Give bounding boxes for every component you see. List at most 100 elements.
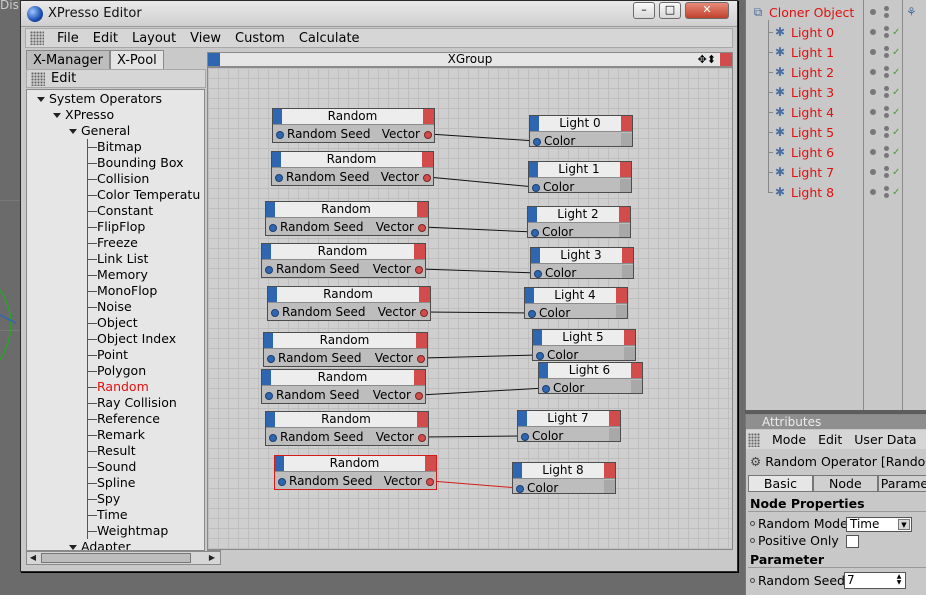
node-output-tab[interactable] [425,456,436,471]
object-label[interactable]: Light 4 [791,105,834,120]
render-visibility-dot[interactable] [884,193,889,198]
object-row[interactable]: ✱ Light 7 ✓ [746,162,926,182]
output-port-icon[interactable] [417,355,425,363]
node-output-tab[interactable] [624,330,635,345]
menu-view[interactable]: View [183,31,228,46]
move-resize-icon[interactable]: ✥⬍ [698,53,716,66]
tree-item[interactable]: Constant [97,203,153,219]
object-row[interactable]: ✱ Light 0 ✓ [746,22,926,42]
tree-item[interactable]: Reference [97,411,160,427]
grip-icon[interactable] [31,71,45,86]
object-row[interactable]: ⧉ Cloner Object ⚘ [746,2,926,22]
editor-visibility-dot[interactable] [870,169,876,175]
render-visibility-dot[interactable] [884,46,889,51]
tree-item[interactable]: Object [97,315,138,331]
input-port-icon[interactable] [265,392,273,400]
render-visibility-dot[interactable] [884,33,889,38]
input-port-icon[interactable] [267,355,275,363]
tree-item[interactable]: Polygon [97,363,146,379]
render-visibility-dot[interactable] [884,133,889,138]
tree-item[interactable]: Spy [97,491,120,507]
input-port-icon[interactable] [271,309,279,317]
tree-item[interactable]: Random [97,379,149,395]
random-seed-input[interactable]: 7 ▲ ▼ [844,572,906,589]
node-input-tab[interactable] [531,248,540,263]
node-header[interactable]: Light 4 [525,288,627,304]
output-port-icon[interactable] [424,131,432,139]
operator-tree[interactable]: System Operators XPresso General Bitmap B… [26,89,205,551]
input-port-icon[interactable] [531,229,539,237]
check-icon[interactable]: ✓ [892,108,902,118]
node-input-tab[interactable] [533,330,542,345]
node-header[interactable]: Light 7 [518,411,620,427]
node-wire[interactable] [428,133,537,142]
node-input-tab[interactable] [262,370,271,385]
node-wire[interactable] [421,354,540,359]
node-graph-canvas[interactable]: Random Random Seed Vector Light 0 Color Rando… [207,67,733,550]
render-visibility-dot[interactable] [884,53,889,58]
node-header[interactable]: Random [262,370,425,386]
node-input-tab[interactable] [272,152,281,167]
node-input-tab[interactable] [539,363,548,378]
tab-parameter[interactable]: Parameter [877,475,926,492]
random-node[interactable]: Random Random Seed Vector [265,411,429,446]
check-icon[interactable]: ✓ [892,188,902,198]
node-header[interactable]: Random [268,287,430,303]
collapse-triangle-icon[interactable] [53,113,61,118]
input-port-icon[interactable] [536,352,544,360]
check-icon[interactable]: ✓ [892,168,902,178]
node-output-tab[interactable] [414,370,425,385]
input-port-icon[interactable] [534,270,542,278]
output-port-icon[interactable] [418,434,426,442]
node-header[interactable]: Light 5 [533,330,635,346]
input-port-icon[interactable] [275,174,283,182]
output-port-icon[interactable] [423,174,431,182]
input-port-icon[interactable] [276,131,284,139]
check-icon[interactable]: ✓ [892,48,902,58]
node-input-tab[interactable] [518,411,527,426]
tree-item[interactable]: Link List [97,251,148,267]
menu-edit[interactable]: Edit [86,31,125,46]
node-output-tab[interactable] [621,116,632,131]
editor-visibility-dot[interactable] [870,109,876,115]
tree-item-general[interactable]: General [69,123,130,139]
render-visibility-dot[interactable] [884,106,889,111]
object-label[interactable]: Light 7 [791,165,834,180]
keyframe-bullet-icon[interactable] [750,521,755,526]
light-node[interactable]: Light 7 Color [517,410,621,443]
check-icon[interactable]: ✓ [892,68,902,78]
node-header[interactable]: Light 2 [528,207,630,223]
output-port-icon[interactable] [415,266,423,274]
node-header[interactable]: Light 1 [529,162,631,178]
input-port-icon[interactable] [269,434,277,442]
tree-item[interactable]: Noise [97,299,132,315]
render-visibility-dot[interactable] [884,126,889,131]
minimize-button[interactable]: – [633,2,655,19]
render-visibility-dot[interactable] [884,113,889,118]
collapse-triangle-icon[interactable] [37,97,45,102]
xpresso-tag-icon[interactable]: ⚘ [906,5,917,19]
tree-item[interactable]: Spline [97,475,135,491]
node-input-tab[interactable] [529,162,538,177]
output-port-icon[interactable] [420,309,428,317]
scroll-thumb[interactable] [41,553,191,563]
tree-item-adapter[interactable]: Adapter [69,539,131,550]
node-wire[interactable] [427,176,536,188]
light-node[interactable]: Light 3 Color [530,247,634,280]
input-port-icon[interactable] [278,478,286,486]
scroll-right-icon[interactable]: ▶ [207,552,217,564]
node-header[interactable]: Random [266,202,428,218]
tree-item[interactable]: Freeze [97,235,138,251]
random-node[interactable]: Random Random Seed Vector [263,332,428,367]
grip-icon[interactable] [748,432,760,447]
input-port-icon[interactable] [542,385,550,393]
tree-item[interactable]: Object Index [97,331,176,347]
render-visibility-dot[interactable] [884,13,889,18]
node-output-tab[interactable] [423,109,434,124]
tree-item[interactable]: Ray Collision [97,395,177,411]
node-input-tab[interactable] [275,456,284,471]
tree-item[interactable]: MonoFlop [97,283,157,299]
tree-item[interactable]: Memory [97,267,148,283]
object-row[interactable]: ✱ Light 2 ✓ [746,62,926,82]
node-output-tab[interactable] [616,288,627,303]
